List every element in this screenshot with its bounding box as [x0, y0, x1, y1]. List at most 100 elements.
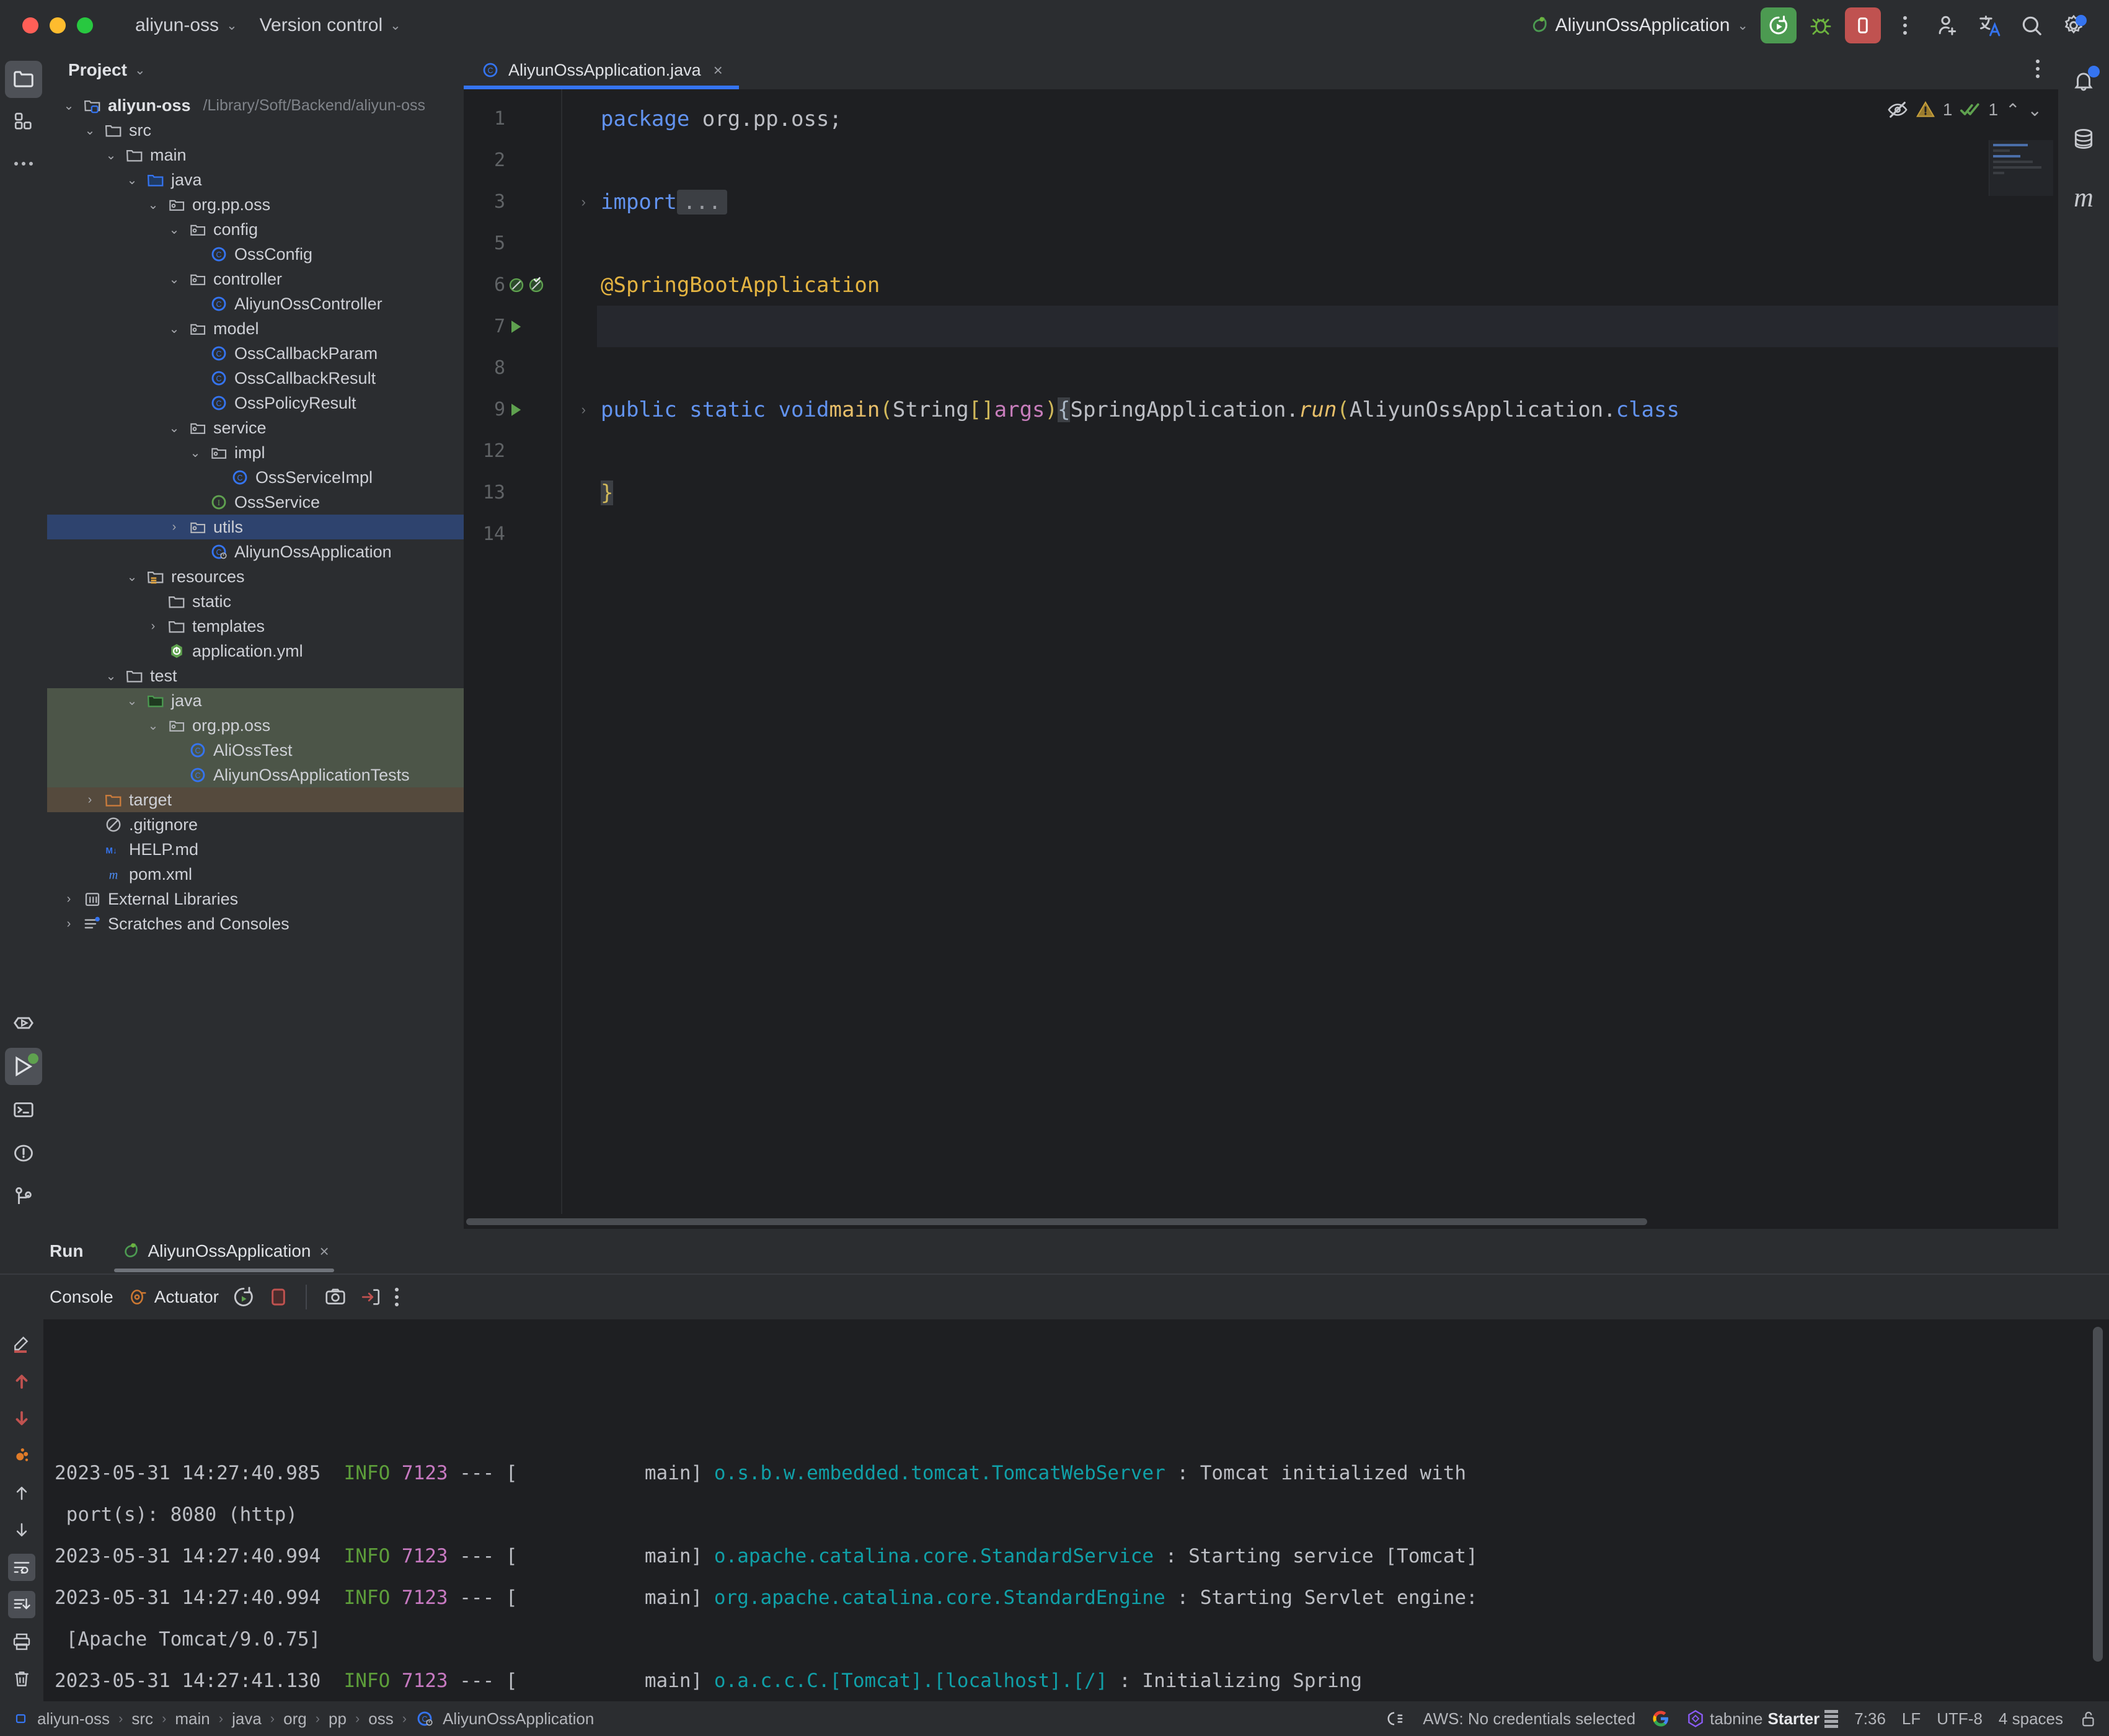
- chevron-right-icon[interactable]: ›: [61, 892, 77, 906]
- breadcrumb-item[interactable]: aliyun-oss: [37, 1709, 110, 1729]
- chevron-down-icon[interactable]: ⌄: [145, 197, 161, 213]
- editor-options-button[interactable]: [2036, 60, 2040, 78]
- chevron-down-icon[interactable]: ⌄: [145, 718, 161, 733]
- close-icon[interactable]: ×: [714, 61, 723, 80]
- tree-row[interactable]: › External Libraries: [47, 887, 464, 911]
- tree-row[interactable]: C AliyunOssController: [47, 291, 464, 316]
- chevron-down-icon[interactable]: ⌄: [166, 272, 182, 287]
- run-tool-button[interactable]: [5, 1048, 42, 1085]
- breadcrumb-item[interactable]: AliyunOssApplication: [443, 1709, 594, 1729]
- breadcrumb-item[interactable]: main: [175, 1709, 210, 1729]
- project-tool-button[interactable]: [5, 61, 42, 98]
- spring-check-gutter-icon[interactable]: [527, 276, 546, 294]
- rerun-button[interactable]: [232, 1286, 255, 1308]
- settings-button[interactable]: [2056, 7, 2092, 43]
- stop-run-button[interactable]: [268, 1287, 288, 1307]
- breadcrumb[interactable]: aliyun-oss › src › main › java › org › pp › oss › C Ali…: [0, 1709, 594, 1729]
- log-logger[interactable]: o.apache.catalina.core.StandardService: [714, 1545, 1154, 1567]
- log-logger[interactable]: org.apache.catalina.core.StandardEngine: [714, 1587, 1165, 1609]
- run-configuration-selector[interactable]: AliyunOssApplication ⌄: [1521, 11, 1754, 40]
- git-tool-button[interactable]: [5, 1178, 42, 1215]
- tree-row[interactable]: ⌄ org.pp.oss: [47, 192, 464, 217]
- add-account-button[interactable]: [1929, 7, 1965, 43]
- chevron-down-icon[interactable]: ⌄: [103, 668, 119, 684]
- export-button[interactable]: [360, 1286, 381, 1308]
- scroll-down-icon[interactable]: [8, 1517, 35, 1544]
- chevron-down-icon[interactable]: ⌄: [166, 420, 182, 436]
- clear-all-icon[interactable]: [8, 1665, 35, 1693]
- tree-row[interactable]: M↓ HELP.md: [47, 837, 464, 862]
- scrollbar-thumb[interactable]: [466, 1218, 1647, 1225]
- run-gutter-icon[interactable]: [507, 401, 524, 418]
- run-more-button[interactable]: [395, 1288, 399, 1306]
- code-text-area[interactable]: package org.pp.oss; import ... @SpringBoot…: [597, 89, 2058, 1214]
- editor-tab[interactable]: C AliyunOssApplication.java ×: [464, 51, 739, 89]
- more-tool-windows-button[interactable]: [5, 145, 42, 182]
- tree-row[interactable]: ⌄ impl: [47, 440, 464, 465]
- tree-row[interactable]: ⌄ java: [47, 688, 464, 713]
- eye-off-icon[interactable]: [1887, 99, 1908, 120]
- maximize-window-button[interactable]: [77, 17, 93, 33]
- down-red-arrow-icon[interactable]: [8, 1405, 35, 1432]
- chevron-down-icon[interactable]: ⌄: [82, 123, 98, 138]
- inspection-widget[interactable]: 1 1 ⌃ ⌄: [1887, 99, 2042, 120]
- tree-row[interactable]: ⌄ config: [47, 217, 464, 242]
- file-encoding[interactable]: UTF-8: [1937, 1709, 1983, 1729]
- spring-bean-gutter-icon[interactable]: [507, 276, 526, 294]
- tree-row[interactable]: C OssCallbackParam: [47, 341, 464, 366]
- tree-row[interactable]: application.yml: [47, 639, 464, 663]
- chevron-down-icon[interactable]: ⌄: [124, 172, 140, 188]
- gutter-line[interactable]: 1: [464, 98, 597, 140]
- chevron-right-icon[interactable]: ›: [61, 917, 77, 931]
- chevron-right-icon[interactable]: ›: [82, 793, 98, 807]
- chevron-down-icon[interactable]: ⌄: [103, 148, 119, 163]
- soft-wrap-icon[interactable]: [8, 1554, 35, 1581]
- tree-row[interactable]: .gitignore: [47, 812, 464, 837]
- actuator-tab[interactable]: Actuator: [127, 1287, 219, 1307]
- close-icon[interactable]: ×: [319, 1242, 329, 1261]
- tree-row[interactable]: ⌄ controller: [47, 267, 464, 291]
- tree-row[interactable]: ⌄ main: [47, 143, 464, 167]
- structure-tool-button[interactable]: [5, 103, 42, 140]
- code-line[interactable]: @SpringBootApplication: [597, 264, 2058, 306]
- line-separator[interactable]: LF: [1902, 1709, 1921, 1729]
- gutter-line[interactable]: 5: [464, 223, 597, 264]
- tree-row[interactable]: ⌄ java: [47, 167, 464, 192]
- debug-button[interactable]: [1803, 7, 1839, 43]
- editor-horizontal-scrollbar[interactable]: [464, 1214, 2058, 1229]
- code-line[interactable]: [597, 140, 2058, 181]
- scroll-up-icon[interactable]: [8, 1479, 35, 1507]
- breadcrumb-item[interactable]: pp: [329, 1709, 347, 1729]
- chevron-down-icon[interactable]: ⌄: [124, 569, 140, 585]
- console-tab[interactable]: Console: [50, 1287, 113, 1307]
- translate-button[interactable]: [1971, 7, 2007, 43]
- gutter-line[interactable]: 14: [464, 513, 597, 555]
- code-line[interactable]: }: [597, 472, 2058, 513]
- search-everywhere-button[interactable]: [2014, 7, 2049, 43]
- tree-row[interactable]: › utils: [47, 515, 464, 539]
- notifications-button[interactable]: [2065, 62, 2102, 99]
- code-line[interactable]: package org.pp.oss;: [597, 98, 2058, 140]
- tree-row[interactable]: ⌄ org.pp.oss: [47, 713, 464, 738]
- code-line[interactable]: public static void main(String[] args) {…: [597, 389, 2058, 430]
- analyze-icon[interactable]: [8, 1442, 35, 1469]
- editor-gutter[interactable]: 1 2 3 › 5 6 7 8 9 › 12 13 14: [464, 89, 597, 1214]
- aws-status[interactable]: AWS: No credentials selected: [1423, 1709, 1635, 1729]
- tree-row[interactable]: C AliOssTest: [47, 738, 464, 763]
- chevron-down-icon[interactable]: ⌄: [124, 693, 140, 709]
- gutter-line[interactable]: 3 ›: [464, 181, 597, 223]
- gutter-line[interactable]: 9 ›: [464, 389, 597, 430]
- gutter-line[interactable]: 8: [464, 347, 597, 389]
- project-widget[interactable]: aliyun-oss ⌄: [126, 11, 246, 40]
- tree-row[interactable]: C OssPolicyResult: [47, 391, 464, 415]
- maven-button[interactable]: m: [2065, 179, 2102, 216]
- code-line[interactable]: [597, 513, 2058, 555]
- more-actions-button[interactable]: [1887, 7, 1923, 43]
- indent-setting[interactable]: 4 spaces: [1999, 1709, 2063, 1729]
- tree-row[interactable]: ⌄ test: [47, 663, 464, 688]
- print-icon[interactable]: [8, 1628, 35, 1655]
- highlight-icon[interactable]: [8, 1331, 35, 1358]
- services-tool-button[interactable]: [5, 1004, 42, 1042]
- run-session-tab[interactable]: AliyunOssApplication ×: [109, 1229, 338, 1273]
- chevron-up-icon[interactable]: ⌃: [2005, 100, 2020, 120]
